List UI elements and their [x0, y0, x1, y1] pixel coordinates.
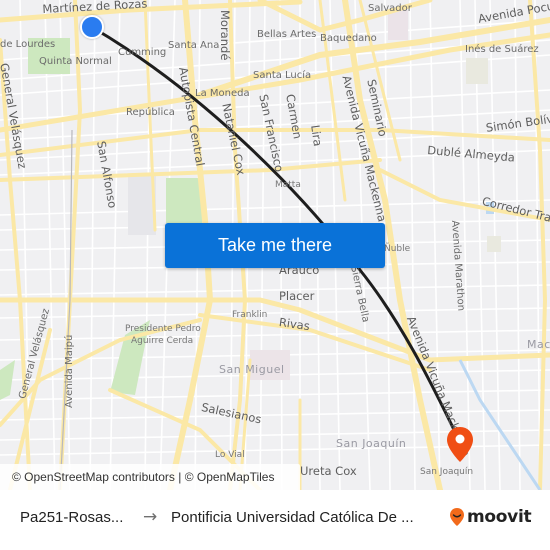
label-republica: República: [126, 107, 175, 118]
label-santa-lucia: Santa Lucía: [253, 70, 312, 81]
label-matta: Matta: [275, 180, 301, 190]
label-bellas-artes: Bellas Artes: [257, 29, 317, 40]
route-footer: Pa251-Rosas... → Pontificia Universidad …: [0, 490, 550, 550]
map-attribution[interactable]: © OpenStreetMap contributors | © OpenMap…: [0, 464, 300, 490]
label-ureta-cox: Ureta Cox: [300, 464, 357, 478]
label-franklin: Franklin: [232, 310, 268, 320]
label-la-moneda: La Moneda: [195, 88, 250, 99]
label-santa-ana: Santa Ana: [168, 40, 220, 51]
block-east: [487, 236, 501, 252]
label-baquedano: Baquedano: [320, 33, 377, 44]
destination-name: Pontificia Universidad Católica De ...: [171, 509, 414, 526]
label-lourdes: de Lourdes: [0, 39, 56, 50]
label-salvador: Salvador: [368, 3, 412, 14]
moovit-wordmark: moovit: [467, 507, 532, 527]
origin-marker[interactable]: [80, 15, 104, 39]
park-ohiggins-east: [166, 178, 202, 223]
destination-pin-icon[interactable]: [446, 426, 474, 464]
arrow-right-icon: →: [143, 507, 158, 527]
label-ines-de-suarez: Inés de Suárez: [465, 44, 539, 55]
block-salvador: [388, 10, 408, 40]
moovit-pin-icon: [450, 508, 464, 526]
label-aguirre-cerda: Aguirre Cerda: [131, 336, 194, 346]
origin-stop-name: Pa251-Rosas...: [20, 509, 124, 526]
label-san-miguel: San Miguel: [219, 363, 285, 376]
label-macul: Macul: [527, 338, 550, 351]
label-nuble: Ñuble: [384, 244, 411, 254]
map[interactable]: Martínez de Rozas Salvador Avenida Pocur…: [0, 0, 550, 490]
label-presidente-pedro: Presidente Pedro: [125, 324, 201, 334]
label-cumming: Cumming: [118, 47, 167, 58]
moovit-logo[interactable]: moovit: [449, 507, 532, 527]
label-quinta-normal: Quinta Normal: [39, 56, 112, 67]
label-morande: Morandé: [218, 10, 232, 61]
label-lira: Lira: [308, 124, 325, 148]
label-san-joaquin-station: San Joaquín: [420, 467, 474, 477]
take-me-there-button[interactable]: Take me there: [165, 223, 385, 268]
label-avenida-maipu: Avenida Maipú: [64, 334, 75, 408]
label-lo-vial: Lo Vial: [215, 450, 245, 460]
label-san-joaquin-district: San Joaquín: [336, 437, 407, 450]
block-ines: [466, 58, 488, 84]
label-placer: Placer: [279, 289, 315, 303]
